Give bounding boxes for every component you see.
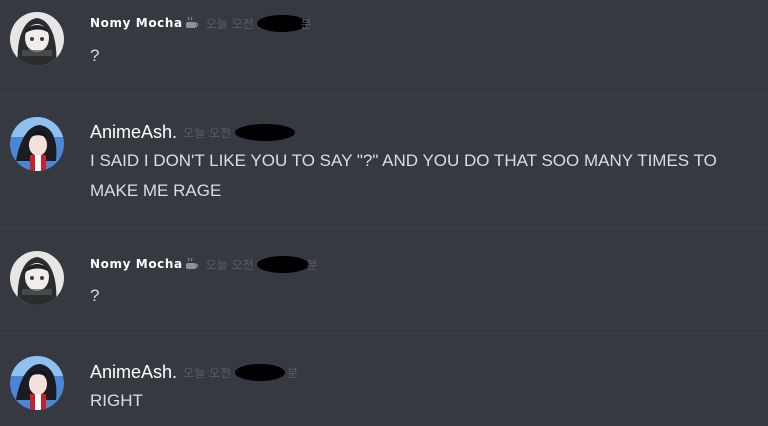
chat-message-list[interactable]: Nomy Mocha 오늘 오전 분 ? AnimeAsh. 오늘 오전 I S… <box>0 0 768 426</box>
anime-avatar-dark-hair-icon <box>10 12 64 66</box>
message-content: ? <box>90 286 100 305</box>
anime-avatar-blue-hair-icon <box>10 356 64 410</box>
redaction-mark <box>256 255 309 273</box>
message-group: Nomy Mocha 오늘 오전 분 ? <box>0 0 768 94</box>
timestamp: 오늘 오전 <box>183 125 232 140</box>
timestamp-suffix: 분 <box>306 257 318 272</box>
timestamp: 오늘 오전 <box>205 257 254 272</box>
anime-avatar-blue-hair-icon <box>10 117 64 171</box>
message-header: AnimeAsh. 오늘 오전 분 <box>90 361 298 383</box>
redaction-mark <box>235 123 296 141</box>
timestamp: 오늘 오전 <box>205 16 254 31</box>
avatar[interactable] <box>10 251 64 305</box>
message-content: I SAID I DON'T LIKE YOU TO SAY "?" AND Y… <box>90 151 717 200</box>
author-name[interactable]: Nomy Mocha <box>90 257 183 271</box>
timestamp: 오늘 오전 <box>183 365 232 380</box>
message-header: Nomy Mocha 오늘 오전 분 <box>90 14 312 32</box>
author-name[interactable]: AnimeAsh. <box>90 122 177 143</box>
avatar[interactable] <box>10 12 64 66</box>
author-name[interactable]: Nomy Mocha <box>90 16 183 30</box>
timestamp-suffix: 분 <box>300 16 312 31</box>
avatar[interactable] <box>10 117 64 171</box>
message-group: AnimeAsh. 오늘 오전 I SAID I DON'T LIKE YOU … <box>0 95 768 228</box>
anime-avatar-dark-hair-icon <box>10 251 64 305</box>
message-content: RIGHT <box>90 391 143 410</box>
avatar[interactable] <box>10 356 64 410</box>
timestamp-suffix: 분 <box>287 365 299 380</box>
coffee-cup-icon <box>185 257 198 269</box>
message-header: Nomy Mocha 오늘 오전 분 <box>90 255 318 273</box>
message-header: AnimeAsh. 오늘 오전 <box>90 121 296 143</box>
redaction-mark <box>235 363 286 381</box>
redaction-mark <box>256 14 307 32</box>
message-group: Nomy Mocha 오늘 오전 분 ? <box>0 229 768 333</box>
coffee-cup-icon <box>185 16 198 28</box>
author-name[interactable]: AnimeAsh. <box>90 362 177 383</box>
message-group: AnimeAsh. 오늘 오전 분 RIGHT <box>0 334 768 426</box>
message-content: ? <box>90 46 100 65</box>
